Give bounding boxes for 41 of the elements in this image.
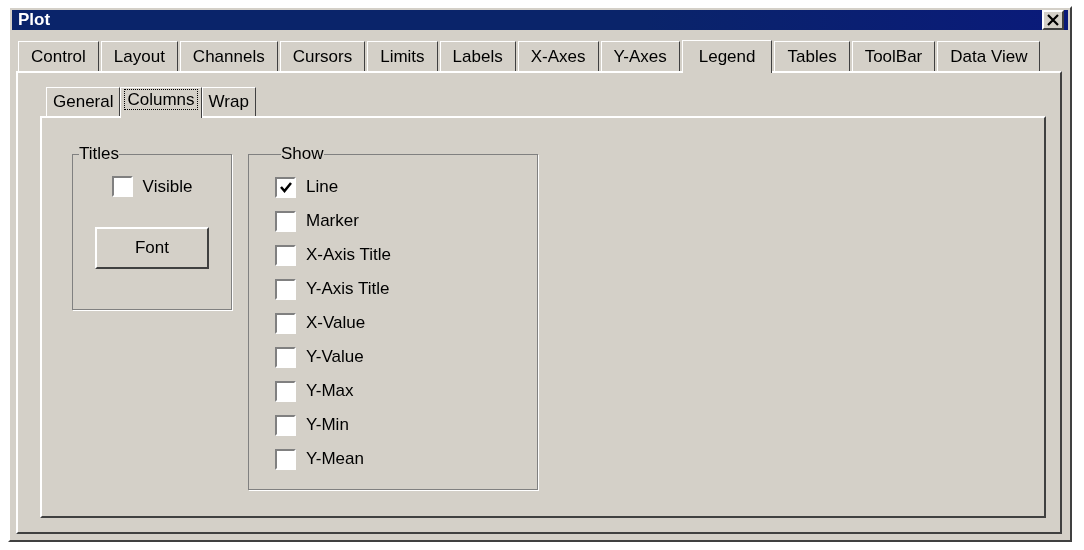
checkbox-label: Marker xyxy=(306,211,359,231)
tab[interactable]: Data View xyxy=(937,41,1041,71)
checkbox-label: Visible xyxy=(142,176,193,197)
checkbox-label: Line xyxy=(306,177,339,197)
checkbox[interactable] xyxy=(275,414,296,436)
group-title: Show xyxy=(281,144,324,164)
checkbox[interactable] xyxy=(275,380,296,402)
tab[interactable]: X-Axes xyxy=(517,41,599,71)
tab[interactable]: Cursors xyxy=(279,41,366,71)
tab[interactable]: Wrap xyxy=(201,87,256,116)
checkbox-label: Y-Max xyxy=(306,381,354,401)
tab[interactable]: Limits xyxy=(367,41,438,71)
tab[interactable]: Layout xyxy=(100,41,178,71)
checkbox-label: X-Axis Title xyxy=(306,245,392,265)
checkbox[interactable] xyxy=(275,346,296,368)
tab[interactable]: Columns xyxy=(120,87,202,118)
checkbox[interactable] xyxy=(275,278,296,300)
checkbox[interactable] xyxy=(275,176,296,198)
tab[interactable]: Tables xyxy=(774,41,850,71)
checkbox-label: Y-Mean xyxy=(306,449,364,469)
tab[interactable]: Y-Axes xyxy=(600,41,680,71)
font-button[interactable]: Font xyxy=(95,227,209,269)
checkbox[interactable] xyxy=(275,312,296,334)
group-title: Titles xyxy=(79,144,119,164)
window-title: Plot xyxy=(18,10,51,30)
close-button[interactable] xyxy=(1042,10,1064,30)
checkbox-label: Y-Axis Title xyxy=(306,279,390,299)
close-icon xyxy=(1046,14,1060,26)
checkbox[interactable] xyxy=(111,176,133,197)
checkbox[interactable] xyxy=(275,448,296,470)
checkbox-label: X-Value xyxy=(306,313,366,333)
tab[interactable]: Legend xyxy=(681,40,773,73)
tab[interactable]: Channels xyxy=(179,41,278,71)
tab[interactable]: Labels xyxy=(439,41,516,71)
checkbox-label: Y-Min xyxy=(306,415,349,435)
tab[interactable]: Control xyxy=(18,41,99,71)
checkbox[interactable] xyxy=(275,210,296,232)
checkbox-label: Y-Value xyxy=(306,347,364,367)
checkbox[interactable] xyxy=(275,244,296,266)
check-icon xyxy=(278,180,293,194)
tab[interactable]: ToolBar xyxy=(851,41,936,71)
